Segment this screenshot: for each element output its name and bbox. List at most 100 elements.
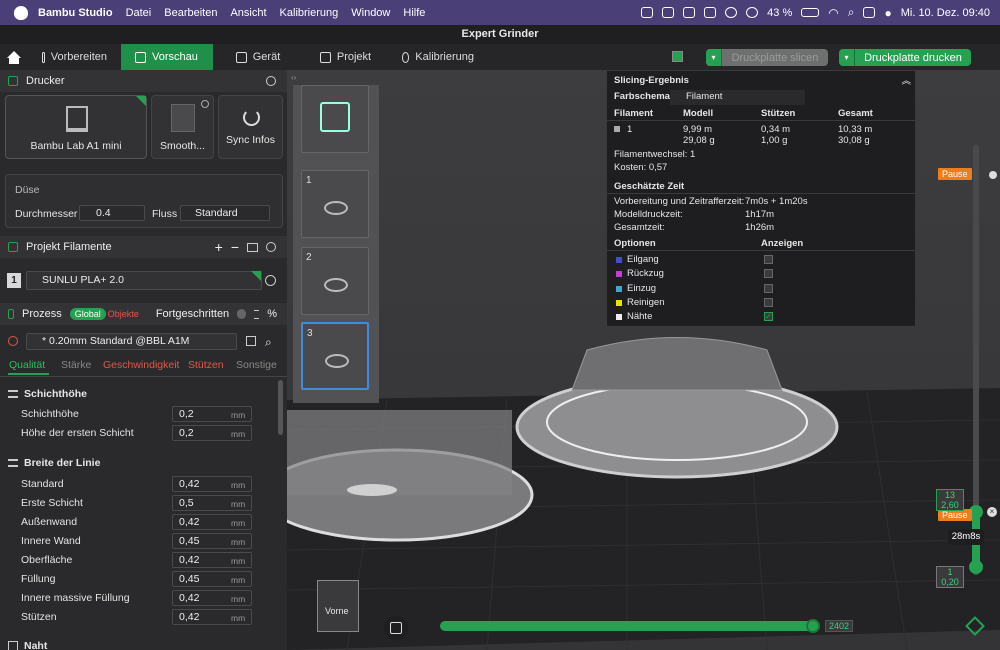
status-icon-4[interactable] — [704, 7, 717, 18]
info-icon[interactable] — [201, 100, 209, 108]
tab-prepare[interactable]: Vorbereiten — [28, 44, 121, 70]
option-show-checkbox[interactable]: ✓ — [764, 312, 773, 322]
move-slider[interactable] — [440, 621, 816, 631]
subtab-indicator — [8, 373, 49, 375]
plus-icon[interactable]: + — [215, 239, 223, 255]
plate-thumb-1[interactable]: 1 — [301, 170, 369, 238]
slicing-result-panel: Slicing-Ergebnis ︽ Farbschema Filament F… — [606, 70, 916, 327]
remove-filament-icon[interactable] — [265, 275, 276, 286]
show-label: Anzeigen — [761, 238, 804, 249]
minus-icon[interactable]: − — [231, 239, 239, 255]
search-icon[interactable]: ⌕ — [848, 5, 855, 20]
menu-bearbeiten[interactable]: Bearbeiten — [164, 7, 217, 19]
diameter-select[interactable]: 0.4 — [79, 205, 145, 221]
objects-toggle[interactable]: Objekte — [108, 309, 139, 319]
option-show-checkbox[interactable] — [764, 283, 773, 293]
plate-thumb-number: 3 — [307, 328, 313, 339]
percent-icon[interactable]: % — [267, 308, 277, 320]
slider-top-dot[interactable] — [989, 171, 997, 179]
filament-sync-icon[interactable] — [247, 242, 258, 252]
menu-ansicht[interactable]: Ansicht — [230, 7, 266, 19]
window-title: Expert Grinder — [0, 25, 1000, 44]
collapse-panel-icon[interactable]: ︽ — [901, 73, 911, 87]
slice-plate-button[interactable]: ▾ Druckplatte slicen — [706, 49, 828, 66]
option-show-checkbox[interactable] — [764, 269, 773, 279]
filament-swatch — [614, 126, 620, 132]
pause-marker-top[interactable]: Pause — [938, 168, 972, 180]
home-button[interactable] — [0, 44, 28, 70]
option-show-checkbox[interactable] — [764, 255, 773, 264]
play-icon[interactable] — [746, 7, 759, 18]
gear-icon[interactable] — [266, 76, 276, 86]
divider — [607, 250, 915, 251]
sync-info-button[interactable]: Sync Infos — [218, 95, 283, 159]
subtab-support[interactable]: Stützen — [188, 359, 224, 371]
menu-app[interactable]: Bambu Studio — [38, 7, 113, 19]
search-icon[interactable]: ⌕ — [265, 335, 272, 350]
model-base-right — [515, 375, 839, 479]
filament-index: 1 — [7, 273, 21, 288]
option-show-checkbox[interactable] — [764, 297, 773, 307]
subtab-speed[interactable]: Geschwindigkeit — [103, 359, 179, 371]
plate-thumbnails: 1 2 3 — [293, 85, 379, 403]
plate-thumb-number: 2 — [306, 252, 312, 263]
sidebar-scrollbar[interactable] — [278, 380, 283, 435]
color-scheme-select[interactable]: Filament — [670, 90, 805, 105]
move-slider-handle[interactable] — [806, 619, 820, 633]
tab-preview[interactable]: Vorschau — [121, 44, 213, 70]
collapse-icon[interactable]: ‹› — [291, 73, 296, 82]
sync-label: Sync Infos — [225, 134, 276, 146]
plate-selector[interactable]: Smooth... — [151, 95, 214, 159]
subtab-other[interactable]: Sonstige — [236, 359, 277, 371]
chevron-down-icon[interactable]: ▾ — [706, 49, 722, 66]
battery-icon[interactable] — [801, 8, 820, 17]
global-toggle[interactable]: Global — [69, 308, 106, 320]
flow-label: Fluss — [152, 208, 178, 220]
option-swatch — [616, 271, 622, 278]
subtab-strength[interactable]: Stärke — [61, 359, 91, 371]
tab-calibration[interactable]: Kalibrierung — [388, 44, 488, 70]
advanced-label: Fortgeschritten — [155, 308, 230, 320]
advanced-toggle[interactable] — [237, 309, 247, 319]
fit-view-button[interactable] — [384, 616, 408, 640]
reset-icon[interactable] — [8, 336, 18, 346]
control-center-icon[interactable] — [863, 7, 876, 18]
siri-icon[interactable]: ● — [884, 6, 891, 20]
printer-selector[interactable]: Bambu Lab A1 mini — [5, 95, 147, 159]
divider — [607, 193, 915, 194]
view-cube[interactable]: Vorne — [317, 580, 359, 632]
gear-icon[interactable] — [266, 242, 276, 252]
add-pause-icon[interactable]: × — [987, 507, 997, 517]
plate-thumb-2[interactable]: 2 — [301, 247, 369, 315]
filament-selected-marker — [251, 271, 261, 281]
flow-select[interactable]: Standard — [180, 205, 270, 221]
support-weight: 1,00 g — [761, 135, 788, 146]
plate-layout-icon[interactable] — [672, 51, 683, 62]
subtab-quality[interactable]: Qualität — [9, 359, 45, 371]
status-icon-2[interactable] — [662, 7, 675, 18]
wifi-icon[interactable]: ◠ — [828, 6, 838, 20]
menu-datei[interactable]: Datei — [126, 7, 152, 19]
menu-window[interactable]: Window — [351, 7, 390, 19]
plate-thumb-all[interactable] — [301, 85, 369, 153]
status-icon-1[interactable] — [641, 7, 654, 18]
filament-select[interactable]: SUNLU PLA+ 2.0 — [26, 271, 262, 290]
list-icon[interactable] — [254, 309, 260, 319]
group-line-width-title: Breite der Linie — [24, 457, 101, 469]
plate-thumb-3[interactable]: 3 — [301, 322, 369, 390]
layer-bottom-handle[interactable] — [969, 560, 983, 574]
print-plate-button[interactable]: ▾ Druckplatte drucken — [839, 49, 971, 66]
col-filament: Filament — [614, 108, 654, 119]
setting-unit: mm — [231, 594, 246, 604]
tab-project[interactable]: Projekt — [303, 44, 388, 70]
group-layer-height-title: Schichthöhe — [24, 388, 88, 400]
save-icon[interactable] — [246, 336, 256, 346]
apple-icon[interactable] — [14, 5, 28, 20]
status-icon-3[interactable] — [683, 7, 696, 18]
tab-device[interactable]: Gerät — [213, 44, 303, 70]
airplay-icon[interactable] — [725, 7, 738, 18]
menu-hilfe[interactable]: Hilfe — [403, 7, 425, 19]
process-preset-select[interactable]: * 0.20mm Standard @BBL A1M — [26, 333, 237, 350]
chevron-down-icon[interactable]: ▾ — [839, 49, 855, 66]
menu-kalibrierung[interactable]: Kalibrierung — [280, 7, 339, 19]
